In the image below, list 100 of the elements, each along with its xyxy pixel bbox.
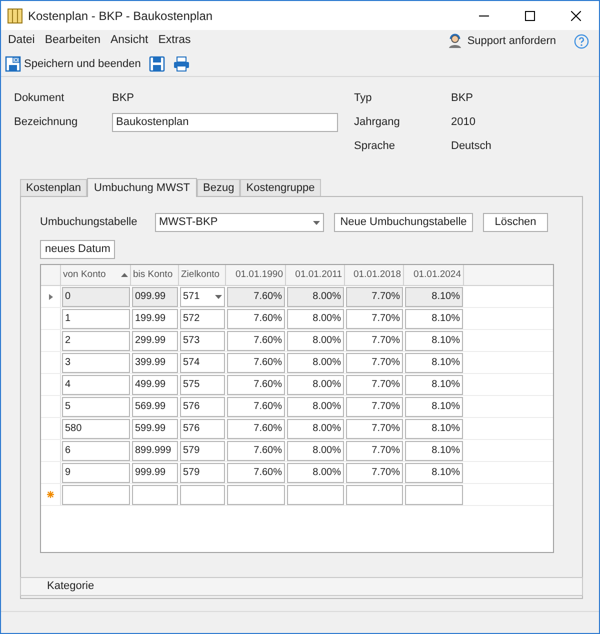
tab[interactable]: Kostenplan <box>20 179 88 196</box>
menu-item[interactable]: Extras <box>153 32 196 50</box>
cell-field[interactable]: 573 <box>180 330 225 350</box>
save-and-close-button[interactable]: Speichern und beenden <box>5 56 141 72</box>
cell-field[interactable]: 8.10% <box>405 308 463 328</box>
column-header[interactable]: 01.01.2018 <box>345 265 404 285</box>
cell-field[interactable]: 7.60% <box>227 330 285 350</box>
column-header[interactable]: bis Konto <box>131 265 179 285</box>
cell-field[interactable]: 8.00% <box>287 308 344 328</box>
field-label: Dokument <box>14 91 66 106</box>
menu-item[interactable]: Ansicht <box>105 32 154 50</box>
cell-field[interactable]: 7.70% <box>346 374 403 394</box>
cell-field[interactable]: 7.70% <box>346 396 403 416</box>
name-field[interactable]: Baukostenplan <box>112 113 338 132</box>
empty-cell-field[interactable] <box>227 484 285 504</box>
cell-field[interactable]: 8.00% <box>287 374 344 394</box>
print-icon[interactable] <box>172 56 190 72</box>
column-header[interactable]: von Konto <box>61 265 131 285</box>
cell-field[interactable]: 4 <box>62 374 130 394</box>
cell-field[interactable]: 579 <box>180 440 225 460</box>
cell-field[interactable]: 8.00% <box>287 352 344 372</box>
cell-field[interactable]: 7.60% <box>227 396 285 416</box>
menu-item[interactable]: Datei <box>3 32 40 50</box>
cell-field[interactable]: 571 <box>180 286 225 306</box>
cell-field[interactable]: 7.60% <box>227 286 285 306</box>
tab[interactable]: Kostengruppe <box>240 179 321 196</box>
empty-cell-field[interactable] <box>287 484 344 504</box>
column-header[interactable]: 01.01.1990 <box>226 265 286 285</box>
cell-field[interactable]: 3 <box>62 352 130 372</box>
empty-cell-field[interactable] <box>62 484 130 504</box>
cell-field[interactable]: 7.60% <box>227 462 285 482</box>
cell-field[interactable]: 8.00% <box>287 440 344 460</box>
cell-field[interactable]: 7.70% <box>346 308 403 328</box>
cell-field[interactable]: 8.00% <box>287 418 344 438</box>
cell-field[interactable]: 7.60% <box>227 418 285 438</box>
cell-field[interactable]: 8.10% <box>405 374 463 394</box>
menu-item[interactable]: Bearbeiten <box>40 32 106 50</box>
cell-field[interactable]: 7.70% <box>346 440 403 460</box>
action-button[interactable]: Neue Umbuchungstabelle <box>334 213 473 232</box>
cell-field[interactable]: 8.10% <box>405 462 463 482</box>
empty-cell-field[interactable] <box>405 484 463 504</box>
cell-field[interactable]: 8.00% <box>287 286 344 306</box>
empty-cell-field[interactable] <box>180 484 225 504</box>
cell-field[interactable]: 8.10% <box>405 396 463 416</box>
cell-field[interactable]: 7.60% <box>227 374 285 394</box>
cell-field[interactable]: 8.00% <box>287 330 344 350</box>
cell-field[interactable]: 8.00% <box>287 396 344 416</box>
cell-field[interactable]: 7.70% <box>346 418 403 438</box>
cell-field[interactable]: 7.60% <box>227 352 285 372</box>
column-header[interactable]: Zielkonto <box>179 265 226 285</box>
cell-field[interactable]: 8.10% <box>405 330 463 350</box>
tab[interactable]: Umbuchung MWST <box>87 178 198 197</box>
cell-field[interactable]: 6 <box>62 440 130 460</box>
cell-field[interactable]: 899.999 <box>132 440 178 460</box>
cell-field[interactable]: 999.99 <box>132 462 178 482</box>
empty-cell-field[interactable] <box>132 484 178 504</box>
cell-field[interactable]: 199.99 <box>132 308 178 328</box>
cell-field[interactable]: 0 <box>62 286 130 306</box>
tab[interactable]: Bezug <box>197 179 240 196</box>
cell-field[interactable]: 299.99 <box>132 330 178 350</box>
cell-field[interactable]: 1 <box>62 308 130 328</box>
cell-field[interactable]: 576 <box>180 418 225 438</box>
cell-field[interactable]: 569.99 <box>132 396 178 416</box>
column-header[interactable]: 01.01.2011 <box>286 265 345 285</box>
cell-field[interactable]: 7.70% <box>346 462 403 482</box>
cell-field[interactable]: 5 <box>62 396 130 416</box>
cell-field[interactable]: 8.10% <box>405 440 463 460</box>
cell-field[interactable]: 7.70% <box>346 330 403 350</box>
cell-field[interactable]: 579 <box>180 462 225 482</box>
save-icon[interactable] <box>148 56 165 72</box>
cell-field[interactable]: 575 <box>180 374 225 394</box>
cell-field[interactable]: 8.00% <box>287 462 344 482</box>
cell-field[interactable]: 8.10% <box>405 418 463 438</box>
support-button[interactable]: Support anfordern <box>443 32 560 50</box>
table-dropdown[interactable]: MWST-BKP <box>155 213 324 232</box>
cell-field[interactable]: 9 <box>62 462 130 482</box>
cell-field[interactable]: 7.70% <box>346 352 403 372</box>
cell-field[interactable]: 580 <box>62 418 130 438</box>
cell-field[interactable]: 099.99 <box>132 286 178 306</box>
new-date-button[interactable]: neues Datum <box>40 240 116 259</box>
caret-icon <box>313 220 320 224</box>
cell-field[interactable]: 574 <box>180 352 225 372</box>
maximize-icon[interactable] <box>525 10 535 20</box>
cell-field[interactable]: 572 <box>180 308 225 328</box>
cell-field[interactable]: 8.10% <box>405 286 463 306</box>
action-button[interactable]: Löschen <box>483 213 548 232</box>
empty-cell-field[interactable] <box>346 484 403 504</box>
cell-field[interactable]: 499.99 <box>132 374 178 394</box>
cell-field[interactable]: 2 <box>62 330 130 350</box>
category-bar[interactable]: Kategorie <box>20 577 583 596</box>
help-icon[interactable] <box>574 34 589 48</box>
cell-field[interactable]: 599.99 <box>132 418 178 438</box>
cell-field[interactable]: 7.60% <box>227 308 285 328</box>
cell-field[interactable]: 8.10% <box>405 352 463 372</box>
column-header[interactable]: 01.01.2024 <box>404 265 464 285</box>
cell-field[interactable]: 7.60% <box>227 440 285 460</box>
cell-field[interactable]: 7.70% <box>346 286 403 306</box>
cell-field[interactable]: 576 <box>180 396 225 416</box>
close-icon[interactable] <box>571 10 581 20</box>
cell-field[interactable]: 399.99 <box>132 352 178 372</box>
